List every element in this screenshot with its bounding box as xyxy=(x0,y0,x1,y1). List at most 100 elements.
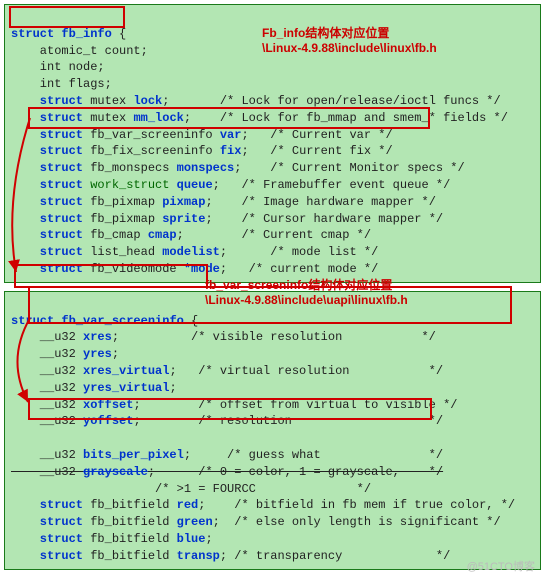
code-text: struct xyxy=(11,245,83,259)
code-text: ; /* Current var */ xyxy=(241,128,392,142)
annotation-text: \Linux-4.9.88\include\uapi\linux\fb.h xyxy=(205,293,408,307)
code-text: var xyxy=(220,128,242,142)
code-text: struct xyxy=(11,94,83,108)
code-text: ; /* visible resolution */ xyxy=(112,330,436,344)
code-text: struct xyxy=(11,111,83,125)
code-text: __u32 xyxy=(11,398,83,412)
code-text: ; /* virtual resolution */ xyxy=(169,364,443,378)
code-text: modelist xyxy=(162,245,220,259)
code-text: ; /* Current fix */ xyxy=(241,144,392,158)
code-text: struct xyxy=(11,228,83,242)
code-text: bits_per_pixel xyxy=(83,448,184,462)
code-text: struct xyxy=(11,498,83,512)
code-text: struct xyxy=(11,144,83,158)
code-text: ; /* resolution */ xyxy=(133,414,443,428)
code-text: cmap xyxy=(148,228,177,242)
code-text: ; /* bitfield in fb mem if true color, *… xyxy=(198,498,515,512)
code-text: int node; xyxy=(11,60,105,74)
code-text: struct xyxy=(11,532,83,546)
code-text: fb_pixmap xyxy=(83,195,162,209)
code-text: work_struct xyxy=(83,178,177,192)
code-text: fb_pixmap xyxy=(83,212,162,226)
code-text: fix xyxy=(220,144,242,158)
code-text: fb_var_screeninfo xyxy=(54,314,184,328)
code-text: ; /* else only length is significant */ xyxy=(213,515,501,529)
code-text: yres_virtual xyxy=(83,381,169,395)
code-text: __u32 xyxy=(11,330,83,344)
annotation-text: \Linux-4.9.88\include\linux\fb.h xyxy=(262,41,437,55)
code-text: monspecs xyxy=(177,161,235,175)
code-text: struct xyxy=(11,128,83,142)
code-text: sprite xyxy=(162,212,205,226)
code-text: struct xyxy=(11,27,54,41)
code-text: ; /* Current Monitor specs */ xyxy=(234,161,464,175)
watermark: @51CTO博客 xyxy=(467,560,535,575)
code-text: lock xyxy=(133,94,162,108)
code-text: ; /* Framebuffer event queue */ xyxy=(213,178,451,192)
code-text: blue xyxy=(177,532,206,546)
code-text: __u32 xyxy=(11,465,83,479)
annotation-fb-var-screeninfo: fb_var_screeninfo结构体对应位置 \Linux-4.9.88\i… xyxy=(205,262,408,309)
code-text: struct xyxy=(11,195,83,209)
code-text: red xyxy=(177,498,199,512)
code-text: ; /* transparency */ xyxy=(220,549,450,563)
code-text: mm_lock xyxy=(133,111,183,125)
code-text: list_head xyxy=(83,245,162,259)
code-text: xres xyxy=(83,330,112,344)
code-text: struct xyxy=(11,549,83,563)
code-text: pixmap xyxy=(162,195,205,209)
code-text: grayscale xyxy=(83,465,148,479)
code-text: struct xyxy=(11,262,83,276)
code-text: fb_var_screeninfo xyxy=(83,128,220,142)
code-text: { xyxy=(112,27,126,41)
code-text: yoffset xyxy=(83,414,133,428)
code-text: fb_fix_screeninfo xyxy=(83,144,220,158)
code-text: struct xyxy=(11,212,83,226)
code-text: fb_bitfield xyxy=(83,532,177,546)
code-text: ; /* guess what */ xyxy=(184,448,443,462)
code-text: struct xyxy=(11,314,54,328)
code-text: ; /* Image hardware mapper */ xyxy=(205,195,435,209)
code-block-fb-var-screeninfo: struct fb_var_screeninfo { __u32 xres; /… xyxy=(4,291,541,570)
code-text: mutex xyxy=(83,94,133,108)
code-text: fb_bitfield xyxy=(83,498,177,512)
code-text: ; /* Lock for open/release/ioctl funcs *… xyxy=(162,94,500,108)
code-text: fb_bitfield xyxy=(83,549,177,563)
code-text: fb_monspecs xyxy=(83,161,177,175)
code-text: queue xyxy=(177,178,213,192)
annotation-text: fb_var_screeninfo结构体对应位置 xyxy=(205,278,392,292)
code-text: xres_virtual xyxy=(83,364,169,378)
code-text: fb_videomode xyxy=(83,262,184,276)
code-text: mutex xyxy=(83,111,133,125)
code-text: ; xyxy=(169,381,176,395)
code-text: ; /* Current cmap */ xyxy=(177,228,371,242)
code-text: atomic_t count; xyxy=(11,44,148,58)
code-text: ; xyxy=(205,532,212,546)
code-text: xoffset xyxy=(83,398,133,412)
code-text: ; /* mode list */ xyxy=(220,245,378,259)
code-text: ; /* offset from virtual to visible */ xyxy=(133,398,457,412)
code-text: fb_bitfield xyxy=(83,515,177,529)
code-text: struct xyxy=(11,178,83,192)
code-text: ; /* Cursor hardware mapper */ xyxy=(205,212,443,226)
code-text: int flags; xyxy=(11,77,112,91)
code-text: fb_info xyxy=(54,27,112,41)
code-text: /* >1 = FOURCC */ xyxy=(11,482,371,496)
code-text: __u32 xyxy=(11,448,83,462)
code-text: yres xyxy=(83,347,112,361)
code-text: ; xyxy=(112,347,119,361)
code-text: __u32 xyxy=(11,414,83,428)
code-text: ; /* Lock for fb_mmap and smem_* fields … xyxy=(184,111,508,125)
code-text: transp xyxy=(177,549,220,563)
code-text: fb_cmap xyxy=(83,228,148,242)
code-text: __u32 xyxy=(11,364,83,378)
annotation-text: Fb_info结构体对应位置 xyxy=(262,26,389,40)
code-text: struct xyxy=(11,161,83,175)
code-text: ; /* 0 = color, 1 = grayscale, */ xyxy=(148,465,443,479)
code-text: __u32 xyxy=(11,347,83,361)
code-text: { xyxy=(184,314,198,328)
annotation-fb-info: Fb_info结构体对应位置 \Linux-4.9.88\include\lin… xyxy=(262,10,437,57)
code-text: green xyxy=(177,515,213,529)
code-text: struct xyxy=(11,515,83,529)
code-text: __u32 xyxy=(11,381,83,395)
